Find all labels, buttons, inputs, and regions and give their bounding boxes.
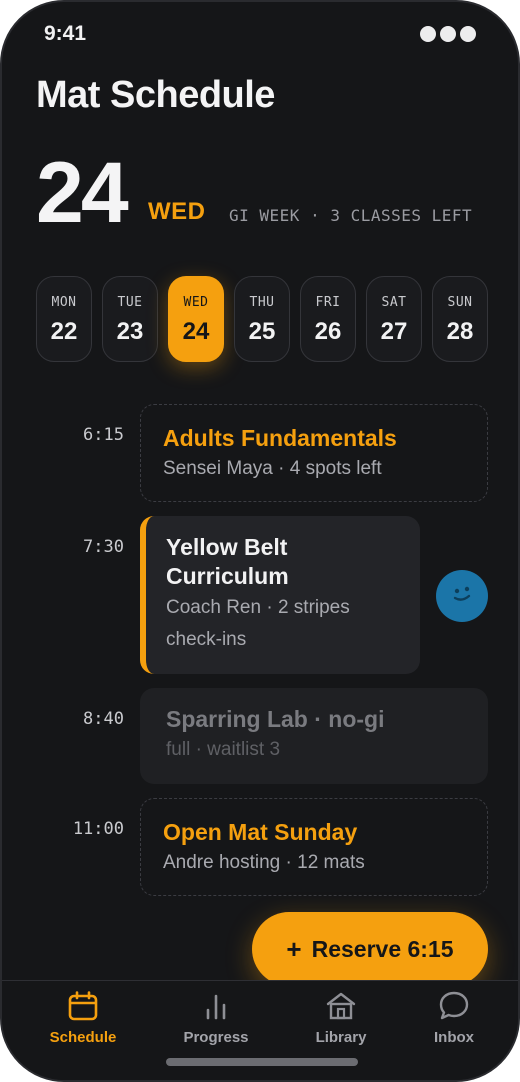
status-bar: 9:41 (2, 2, 518, 66)
coach-avatar[interactable] (436, 570, 488, 622)
day-name: FRI (315, 295, 341, 310)
slot-time: 8:40 (83, 709, 124, 729)
day-chip-wed[interactable]: WED 24 (168, 276, 224, 362)
class-card-open-mat[interactable]: Open Mat Sunday Andre hosting · 12 mats (140, 798, 488, 896)
chat-bubble-icon (439, 991, 469, 1020)
plus-icon: + (286, 933, 302, 964)
class-subtitle: full · waitlist 3 (166, 739, 281, 760)
class-card-sparring-lab[interactable]: Sparring Lab · no-gi full · waitlist 3 (140, 688, 488, 784)
class-title: Open Mat Sunday (163, 819, 358, 845)
day-chip-fri[interactable]: FRI 26 (300, 276, 356, 362)
library-icon (326, 992, 356, 1020)
selected-date-number: 24 (36, 145, 129, 241)
reserve-button[interactable]: + Reserve 6:15 (252, 912, 488, 986)
tab-progress[interactable]: Progress (161, 989, 271, 1046)
selected-weekday: WED (148, 198, 206, 225)
day-number: 25 (248, 318, 276, 345)
day-name: SUN (447, 295, 473, 310)
smiley-face-icon (453, 586, 471, 601)
day-name: SAT (381, 295, 407, 310)
class-card-adults-fundamentals[interactable]: Adults Fundamentals Sensei Maya · 4 spot… (140, 404, 488, 502)
day-number: 28 (446, 318, 474, 345)
day-name: MON (51, 295, 77, 310)
tab-label: Library (315, 1029, 367, 1046)
status-time: 9:41 (44, 22, 87, 45)
class-subtitle-line-1: Coach Ren · 2 stripes (166, 597, 350, 618)
class-title: Adults Fundamentals (163, 425, 397, 451)
day-name: THU (249, 295, 275, 310)
tab-library[interactable]: Library (286, 989, 396, 1046)
class-subtitle: Andre hosting · 12 mats (163, 852, 365, 873)
day-number: 26 (314, 318, 342, 345)
class-subtitle-line-2: check-ins (166, 629, 247, 650)
day-number: 22 (50, 318, 78, 345)
slot-time: 6:15 (83, 425, 124, 445)
class-title-line-2: Curriculum (166, 563, 289, 589)
tab-label: Progress (183, 1029, 249, 1046)
week-note: GI WEEK · 3 CLASSES LEFT (229, 206, 473, 225)
class-title: Sparring Lab · no-gi (166, 706, 385, 732)
day-name: TUE (117, 295, 143, 310)
tab-label: Schedule (49, 1029, 117, 1046)
class-card-yellow-belt[interactable]: Yellow Belt Curriculum Coach Ren · 2 str… (140, 516, 420, 674)
day-chip-thu[interactable]: THU 25 (234, 276, 290, 362)
day-chip-mon[interactable]: MON 22 (36, 276, 92, 362)
home-indicator[interactable] (166, 1058, 358, 1066)
phone-frame: 9:41 Mat Schedule 24 WED GI WEEK · 3 CLA… (0, 0, 520, 1082)
class-title-line-1: Yellow Belt (166, 534, 288, 560)
page-title: Mat Schedule (36, 74, 275, 116)
tab-inbox[interactable]: Inbox (399, 989, 509, 1046)
slot-time: 11:00 (72, 819, 124, 839)
day-name: WED (183, 295, 209, 310)
more-dots-icon[interactable] (420, 26, 476, 42)
day-chip-sat[interactable]: SAT 27 (366, 276, 422, 362)
tab-schedule[interactable]: Schedule (28, 989, 138, 1046)
day-number: 23 (116, 318, 144, 345)
day-number: 24 (182, 318, 210, 345)
tab-label: Inbox (434, 1029, 474, 1046)
calendar-icon (68, 991, 98, 1021)
slot-time: 7:30 (83, 537, 124, 557)
bar-chart-icon (206, 994, 226, 1020)
day-number: 27 (380, 318, 408, 345)
day-chip-sun[interactable]: SUN 28 (432, 276, 488, 362)
week-day-picker: MON 22 TUE 23 WED 24 THU 25 FRI 26 SAT 2… (36, 276, 488, 364)
bottom-tab-bar: Schedule Progress Library Inbox (2, 980, 518, 1080)
reserve-button-label: Reserve 6:15 (311, 935, 454, 962)
day-chip-tue[interactable]: TUE 23 (102, 276, 158, 362)
class-subtitle: Sensei Maya · 4 spots left (163, 458, 382, 479)
